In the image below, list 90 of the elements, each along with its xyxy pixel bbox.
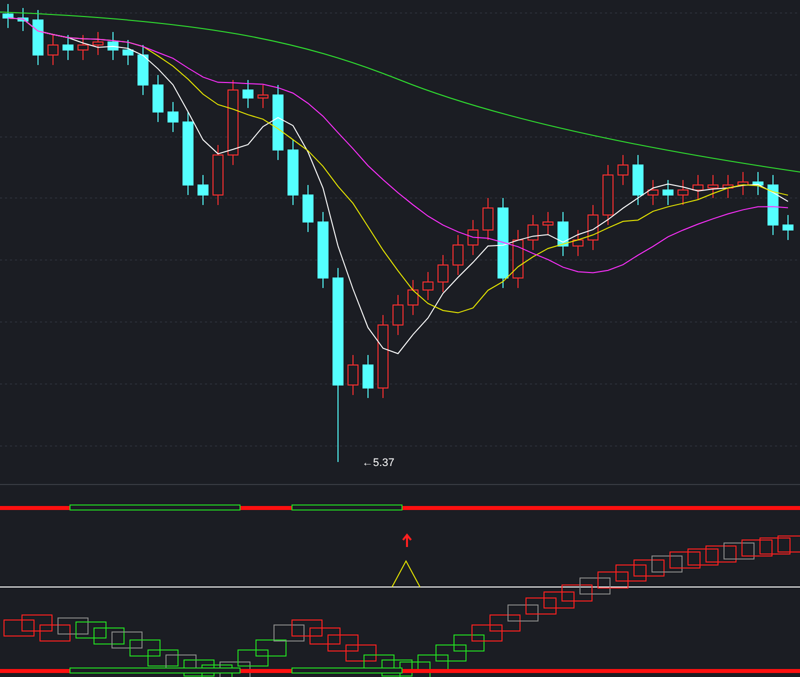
step-box	[22, 614, 52, 632]
candlestick	[62, 34, 74, 60]
step-box	[40, 624, 70, 642]
step-box	[274, 624, 304, 642]
candlestick	[258, 84, 268, 108]
candlestick	[32, 10, 44, 66]
candlestick	[648, 180, 658, 206]
candlestick	[2, 4, 14, 28]
candlestick	[362, 354, 374, 398]
step-box	[58, 618, 88, 634]
candlestick	[78, 34, 88, 60]
step-box	[562, 584, 592, 602]
candlestick	[558, 212, 568, 256]
candlestick	[48, 34, 58, 66]
candlestick	[168, 102, 178, 132]
candlestick	[572, 230, 584, 256]
low-price-label: ←5.37	[362, 457, 394, 469]
step-box	[598, 572, 628, 588]
step-box	[616, 564, 646, 582]
candlestick	[152, 74, 164, 122]
step-box	[4, 620, 34, 636]
candlestick	[738, 172, 748, 196]
step-box	[112, 632, 142, 648]
candlestick	[198, 174, 208, 206]
step-box	[652, 556, 682, 572]
step-box	[310, 628, 340, 644]
candlestick	[422, 272, 434, 300]
step-box	[508, 604, 538, 622]
step-box	[544, 592, 574, 608]
step-box	[184, 660, 214, 676]
step-box	[724, 542, 754, 560]
candlestick	[512, 230, 524, 288]
step-box	[148, 650, 178, 666]
candlestick	[708, 174, 718, 198]
candlestick	[392, 294, 404, 336]
step-box	[400, 662, 430, 677]
step-box	[94, 628, 124, 644]
candlestick	[302, 184, 314, 232]
candlestick	[348, 354, 358, 396]
step-box	[688, 548, 718, 566]
step-box	[292, 620, 322, 636]
step-box	[706, 546, 736, 562]
step-box	[634, 560, 664, 576]
step-box	[418, 654, 448, 672]
candlestick	[692, 174, 704, 200]
step-box	[580, 578, 610, 594]
candlestick	[108, 32, 118, 60]
step-box	[670, 552, 700, 568]
candlestick	[722, 174, 734, 198]
up-arrow-icon	[402, 533, 412, 548]
candlestick	[288, 140, 298, 206]
step-box	[328, 634, 358, 652]
step-box	[130, 640, 160, 656]
candlestick	[528, 214, 538, 250]
step-box	[346, 644, 376, 662]
signal-peak-line	[392, 560, 420, 588]
candlestick	[242, 80, 254, 108]
step-box	[220, 662, 250, 677]
step-box	[742, 540, 772, 556]
step-box	[490, 614, 520, 632]
candlestick	[92, 32, 104, 56]
candlestick	[468, 220, 478, 256]
step-box	[382, 660, 412, 676]
step-box	[76, 622, 106, 638]
candlestick	[752, 172, 764, 196]
step-box	[256, 640, 286, 656]
candlestick	[212, 144, 224, 206]
candlestick	[438, 254, 448, 292]
step-box	[238, 650, 268, 666]
candlestick	[678, 180, 688, 206]
candlestick	[542, 212, 554, 236]
step-box	[436, 644, 466, 662]
candlestick	[768, 174, 778, 236]
candlestick	[602, 164, 614, 226]
step-box	[472, 624, 502, 642]
step-box	[760, 538, 790, 554]
candlestick	[662, 180, 674, 206]
candlestick	[482, 198, 494, 240]
candlestick	[618, 154, 628, 186]
candlestick	[452, 234, 464, 276]
step-box	[778, 536, 800, 552]
candlestick	[782, 214, 794, 240]
candlestick	[588, 204, 598, 250]
candlestick	[138, 44, 148, 96]
step-box	[526, 598, 556, 614]
candlestick	[408, 280, 418, 316]
candlestick	[632, 154, 644, 206]
candlestick	[122, 40, 134, 66]
step-box	[454, 634, 484, 652]
candlestick	[18, 8, 28, 32]
